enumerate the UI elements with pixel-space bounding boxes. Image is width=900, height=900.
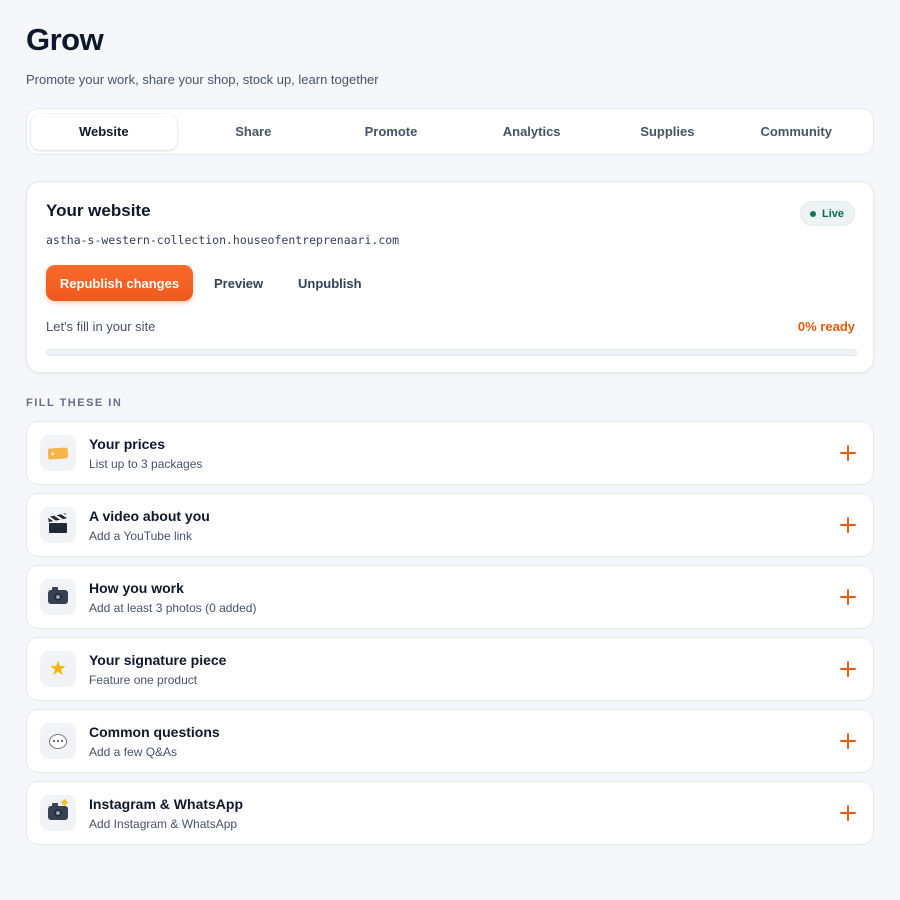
tab-community[interactable]: Community bbox=[723, 114, 869, 150]
website-url: astha-s-western-collection.houseofentrep… bbox=[46, 233, 400, 247]
task-row-instagram-whatsapp[interactable]: Instagram & WhatsApp Add Instagram & Wha… bbox=[26, 781, 874, 845]
task-title: Instagram & WhatsApp bbox=[89, 796, 244, 812]
task-subtitle: Add Instagram & WhatsApp bbox=[89, 817, 238, 831]
task-row-prices[interactable]: Your prices List up to 3 packages bbox=[26, 421, 874, 485]
preview-button[interactable]: Preview bbox=[214, 265, 263, 301]
status-badge-label: Live bbox=[821, 207, 844, 220]
task-subtitle: Add a few Q&As bbox=[89, 745, 178, 759]
task-title: A video about you bbox=[89, 508, 210, 524]
camera-icon bbox=[40, 579, 76, 615]
task-title: Your prices bbox=[89, 436, 165, 452]
live-dot-icon bbox=[809, 210, 816, 217]
speech-bubble-icon bbox=[40, 723, 76, 759]
task-row-video[interactable]: A video about you Add a YouTube link bbox=[26, 493, 874, 557]
add-questions-plus-icon[interactable] bbox=[837, 730, 859, 752]
grow-page: Grow Promote your work, share your shop,… bbox=[0, 0, 900, 900]
add-photos-plus-icon[interactable] bbox=[837, 586, 859, 608]
progress-label: Let's fill in your site bbox=[46, 319, 156, 334]
add-prices-plus-icon[interactable] bbox=[837, 442, 859, 464]
price-tag-icon bbox=[40, 435, 76, 471]
republish-changes-button[interactable]: Republish changes bbox=[46, 265, 193, 301]
section-label: FILL THESE IN bbox=[26, 397, 123, 409]
tab-share[interactable]: Share bbox=[177, 114, 330, 150]
task-subtitle: List up to 3 packages bbox=[89, 457, 203, 471]
task-list: Your prices List up to 3 packages A vide… bbox=[26, 421, 874, 853]
tab-website[interactable]: Website bbox=[31, 113, 177, 150]
task-row-signature-piece[interactable]: ★ Your signature piece Feature one produ… bbox=[26, 637, 874, 701]
task-row-how-you-work[interactable]: How you work Add at least 3 photos (0 ad… bbox=[26, 565, 874, 629]
website-card-title: Your website bbox=[46, 201, 151, 220]
camera-flash-icon bbox=[40, 795, 76, 831]
add-social-plus-icon[interactable] bbox=[837, 802, 859, 824]
task-subtitle: Add a YouTube link bbox=[89, 529, 192, 543]
add-signature-piece-plus-icon[interactable] bbox=[837, 658, 859, 680]
page-subtitle: Promote your work, share your shop, stoc… bbox=[26, 72, 379, 87]
add-video-plus-icon[interactable] bbox=[837, 514, 859, 536]
tab-analytics[interactable]: Analytics bbox=[452, 114, 611, 150]
task-row-common-questions[interactable]: Common questions Add a few Q&As bbox=[26, 709, 874, 773]
tab-bar: Website Share Promote Analytics Supplies… bbox=[26, 108, 874, 155]
status-badge: Live bbox=[799, 201, 855, 226]
unpublish-button[interactable]: Unpublish bbox=[298, 265, 362, 301]
task-subtitle: Feature one product bbox=[89, 673, 198, 687]
task-title: Your signature piece bbox=[89, 652, 227, 668]
progress-bar bbox=[46, 349, 857, 356]
task-title: How you work bbox=[89, 580, 184, 596]
progress-percent: 0% ready bbox=[797, 319, 855, 334]
page-title: Grow bbox=[26, 22, 104, 57]
website-card: Your website Live astha-s-western-collec… bbox=[26, 181, 874, 373]
clapperboard-icon bbox=[40, 507, 76, 543]
star-icon: ★ bbox=[40, 651, 76, 687]
task-title: Common questions bbox=[89, 724, 220, 740]
tab-promote[interactable]: Promote bbox=[330, 114, 452, 150]
task-subtitle: Add at least 3 photos (0 added) bbox=[89, 601, 257, 615]
tab-supplies[interactable]: Supplies bbox=[611, 114, 723, 150]
